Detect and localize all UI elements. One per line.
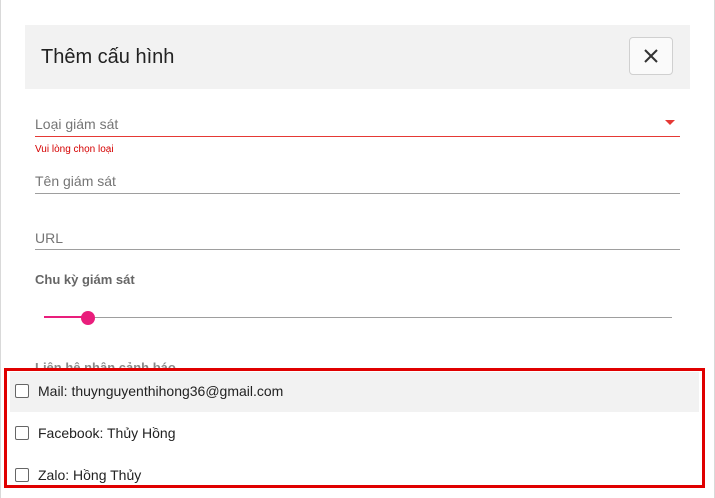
contacts-list: Mail: thuynguyenthihong36@gmail.com Face… — [4, 368, 705, 488]
contact-checkbox-facebook[interactable] — [15, 426, 29, 440]
url-underline — [35, 249, 680, 250]
monitor-type-underline — [35, 136, 680, 137]
contact-label-facebook: Facebook: Thủy Hồng — [38, 425, 176, 441]
dialog-left-border — [0, 0, 1, 498]
interval-label: Chu kỳ giám sát — [35, 272, 135, 287]
contact-checkbox-zalo[interactable] — [15, 468, 29, 482]
contact-label-mail: Mail: thuynguyenthihong36@gmail.com — [38, 383, 284, 399]
close-icon — [644, 49, 658, 63]
monitor-name-underline — [35, 193, 680, 194]
monitor-type-label: Loại giám sát — [35, 116, 119, 132]
contact-item-facebook[interactable]: Facebook: Thủy Hồng — [10, 414, 699, 454]
contact-item-zalo[interactable]: Zalo: Hồng Thủy — [10, 456, 699, 496]
chevron-down-icon — [665, 120, 675, 125]
monitor-name-field[interactable]: Tên giám sát — [35, 168, 680, 196]
url-label: URL — [35, 230, 64, 246]
contact-item-mail[interactable]: Mail: thuynguyenthihong36@gmail.com — [10, 372, 699, 412]
close-button[interactable] — [629, 37, 673, 75]
dialog-title: Thêm cấu hình — [41, 46, 175, 68]
dialog-header: Thêm cấu hình — [25, 25, 690, 89]
contact-label-zalo: Zalo: Hồng Thủy — [38, 467, 142, 483]
monitor-type-select[interactable]: Loại giám sát Vui lòng chọn loại — [35, 112, 680, 162]
contact-checkbox-mail[interactable] — [15, 384, 29, 398]
monitor-name-label: Tên giám sát — [35, 173, 116, 189]
monitor-type-error: Vui lòng chọn loại — [35, 144, 114, 155]
url-field[interactable]: URL — [35, 225, 680, 253]
interval-slider-thumb[interactable] — [80, 311, 95, 325]
contacts-label: Liên hệ nhận cảnh báo — [35, 360, 176, 368]
interval-slider-track[interactable] — [44, 317, 672, 318]
